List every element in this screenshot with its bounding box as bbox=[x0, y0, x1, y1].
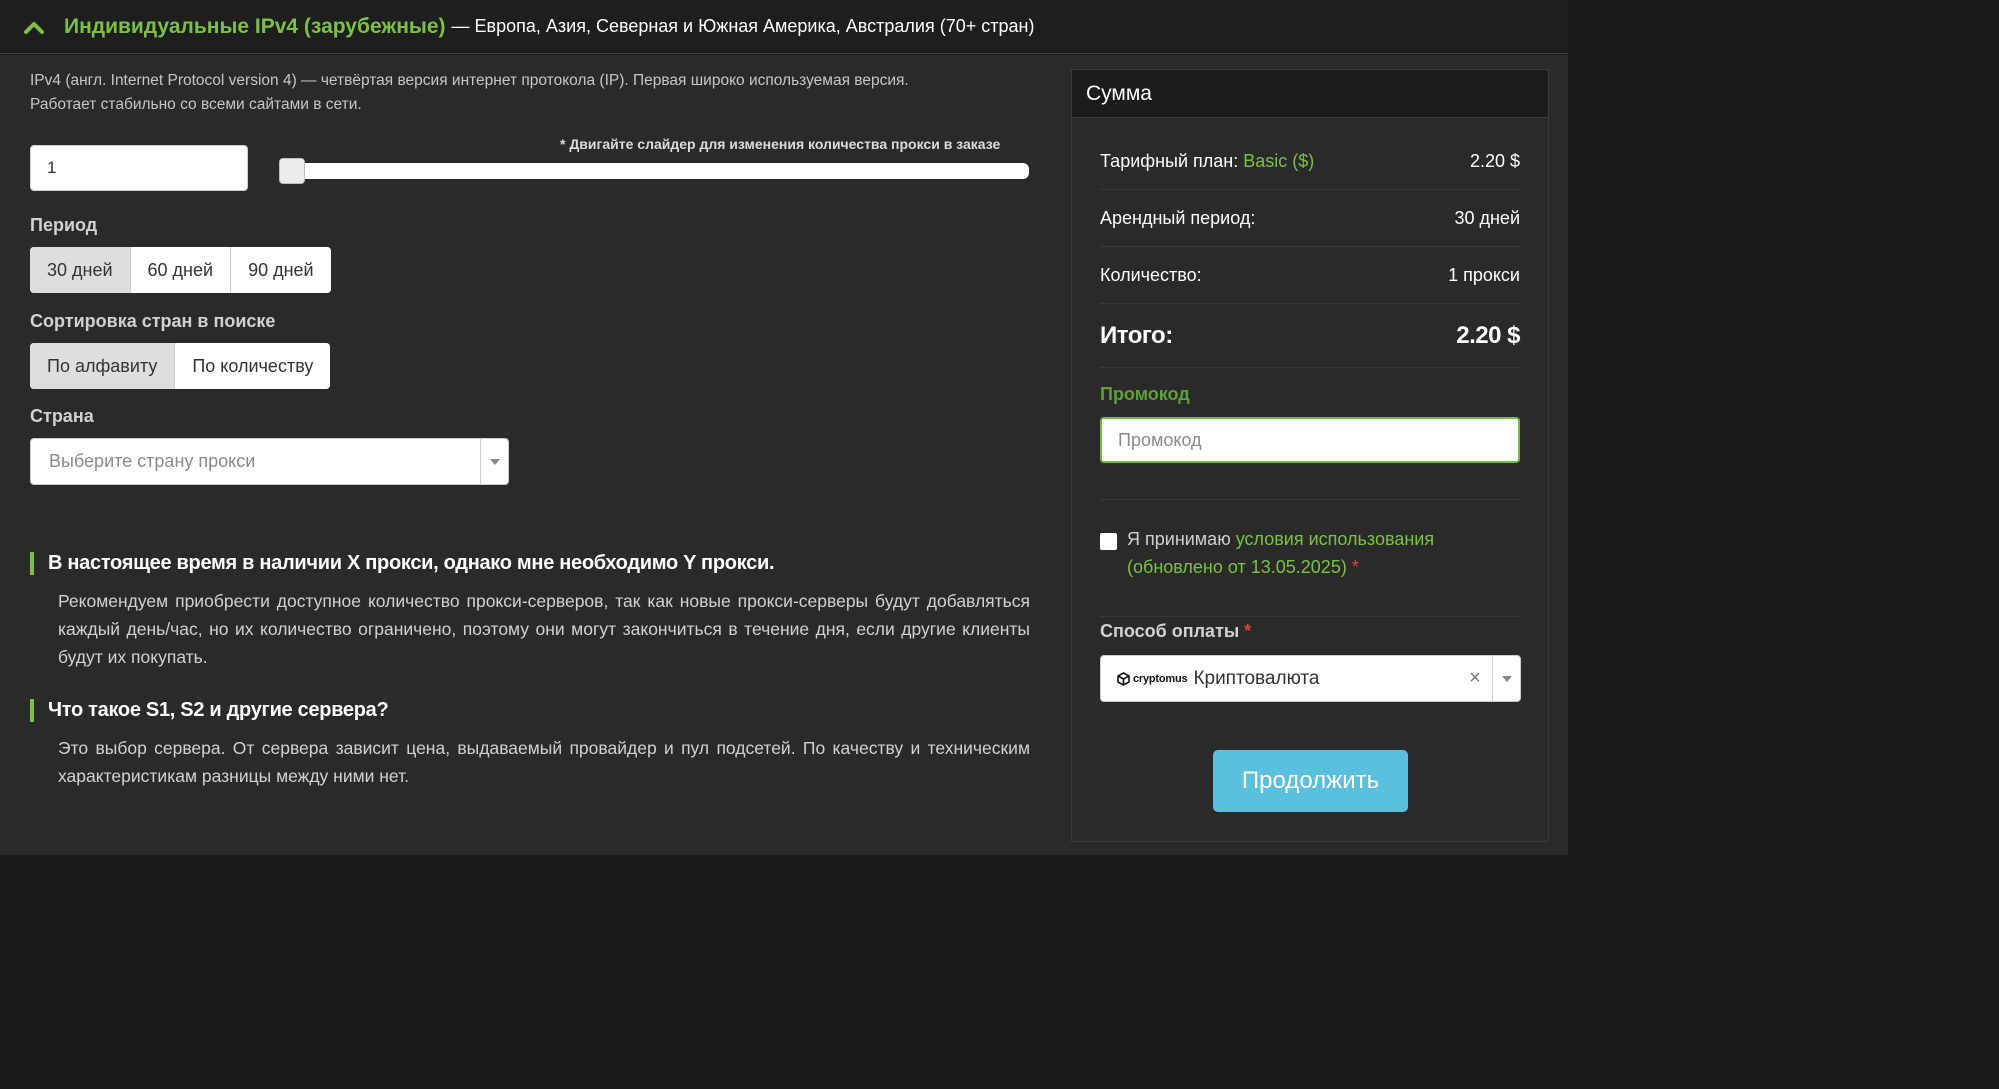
payment-method-value: Криптовалюта bbox=[1193, 667, 1320, 689]
payment-method-select[interactable]: cryptomus Криптовалюта × bbox=[1100, 655, 1521, 702]
product-description: IPv4 (англ. Internet Protocol version 4)… bbox=[30, 72, 909, 113]
quantity-slider-handle[interactable] bbox=[279, 158, 305, 184]
country-label: Страна bbox=[30, 406, 94, 426]
plan-price: 2.20 $ bbox=[1469, 151, 1520, 171]
caret-down-icon[interactable] bbox=[480, 438, 508, 485]
summary-panel: Сумма Тарифный план: Basic ($) 2.20 $ Ар… bbox=[1071, 69, 1549, 842]
promo-code-input[interactable] bbox=[1100, 417, 1520, 463]
quantity-label: Количество: bbox=[1100, 264, 1202, 285]
promo-label: Промокод bbox=[1100, 384, 1190, 404]
cryptomus-logo: cryptomus bbox=[1117, 671, 1188, 686]
terms-checkbox[interactable] bbox=[1100, 533, 1117, 550]
period-90-days-button[interactable]: 90 дней bbox=[231, 247, 331, 293]
cube-icon bbox=[1117, 671, 1130, 686]
slider-hint: * Двигайте слайдер для изменения количес… bbox=[560, 136, 1001, 152]
total-value: 2.20 $ bbox=[1456, 321, 1520, 349]
period-row: Арендный период: 30 дней bbox=[1100, 190, 1520, 247]
quantity-value: 1 прокси bbox=[1448, 264, 1520, 285]
section-title: Индивидуальные IPv4 (зарубежные) bbox=[64, 14, 446, 38]
continue-button[interactable]: Продолжить bbox=[1213, 750, 1408, 812]
sorting-label: Сортировка стран в поиске bbox=[30, 311, 276, 331]
rental-period-value: 30 дней bbox=[1454, 207, 1520, 228]
plan-name: Basic ($) bbox=[1243, 151, 1315, 171]
quantity-input[interactable] bbox=[30, 145, 248, 191]
clear-icon[interactable]: × bbox=[1464, 667, 1486, 690]
faq-item: Что такое S1, S2 и другие сервера? Это в… bbox=[30, 699, 1030, 790]
total-row: Итого: 2.20 $ bbox=[1100, 304, 1520, 368]
rental-period-label: Арендный период: bbox=[1100, 207, 1256, 228]
terms-prefix: Я принимаю bbox=[1127, 529, 1231, 549]
sorting-buttons: По алфавиту По количеству bbox=[30, 343, 331, 389]
faq-answer: Рекомендуем приобрести доступное количес… bbox=[58, 591, 1030, 667]
section-subtitle: — Европа, Азия, Северная и Южная Америка… bbox=[451, 16, 1035, 36]
faq-question: Что такое S1, S2 и другие сервера? bbox=[30, 699, 1030, 722]
country-select[interactable]: Выберите страну прокси bbox=[30, 438, 509, 485]
divider bbox=[1100, 499, 1520, 500]
payment-method-label: Способ оплаты * bbox=[1100, 621, 1252, 641]
summary-title: Сумма bbox=[1072, 70, 1548, 118]
plan-label: Тарифный план: bbox=[1100, 151, 1239, 171]
quantity-slider-track[interactable] bbox=[280, 163, 1029, 179]
terms-agreement: Я принимаю условия использования (обновл… bbox=[1100, 525, 1520, 581]
section-header[interactable]: Индивидуальные IPv4 (зарубежные) — Европ… bbox=[0, 0, 1568, 54]
period-60-days-button[interactable]: 60 дней bbox=[130, 247, 232, 293]
faq-answer: Это выбор сервера. От сервера зависит це… bbox=[58, 738, 1030, 786]
caret-down-icon[interactable] bbox=[1492, 655, 1520, 702]
chevron-up-icon[interactable] bbox=[22, 15, 46, 39]
sort-alphabet-button[interactable]: По алфавиту bbox=[30, 343, 176, 389]
period-30-days-button[interactable]: 30 дней bbox=[30, 247, 131, 293]
divider bbox=[1100, 616, 1520, 617]
quantity-row: Количество: 1 прокси bbox=[1100, 247, 1520, 304]
required-mark: * bbox=[1351, 557, 1359, 577]
total-label: Итого: bbox=[1100, 321, 1173, 349]
sort-quantity-button[interactable]: По количеству bbox=[175, 343, 331, 389]
plan-row: Тарифный план: Basic ($) 2.20 $ bbox=[1100, 134, 1520, 190]
faq-question: В настоящее время в наличии X прокси, од… bbox=[30, 552, 1030, 575]
country-placeholder: Выберите страну прокси bbox=[49, 451, 256, 471]
faq-item: В настоящее время в наличии X прокси, од… bbox=[30, 552, 1030, 671]
period-label: Период bbox=[30, 215, 98, 235]
order-form: IPv4 (англ. Internet Protocol version 4)… bbox=[0, 55, 1568, 855]
period-buttons: 30 дней 60 дней 90 дней bbox=[30, 247, 331, 293]
